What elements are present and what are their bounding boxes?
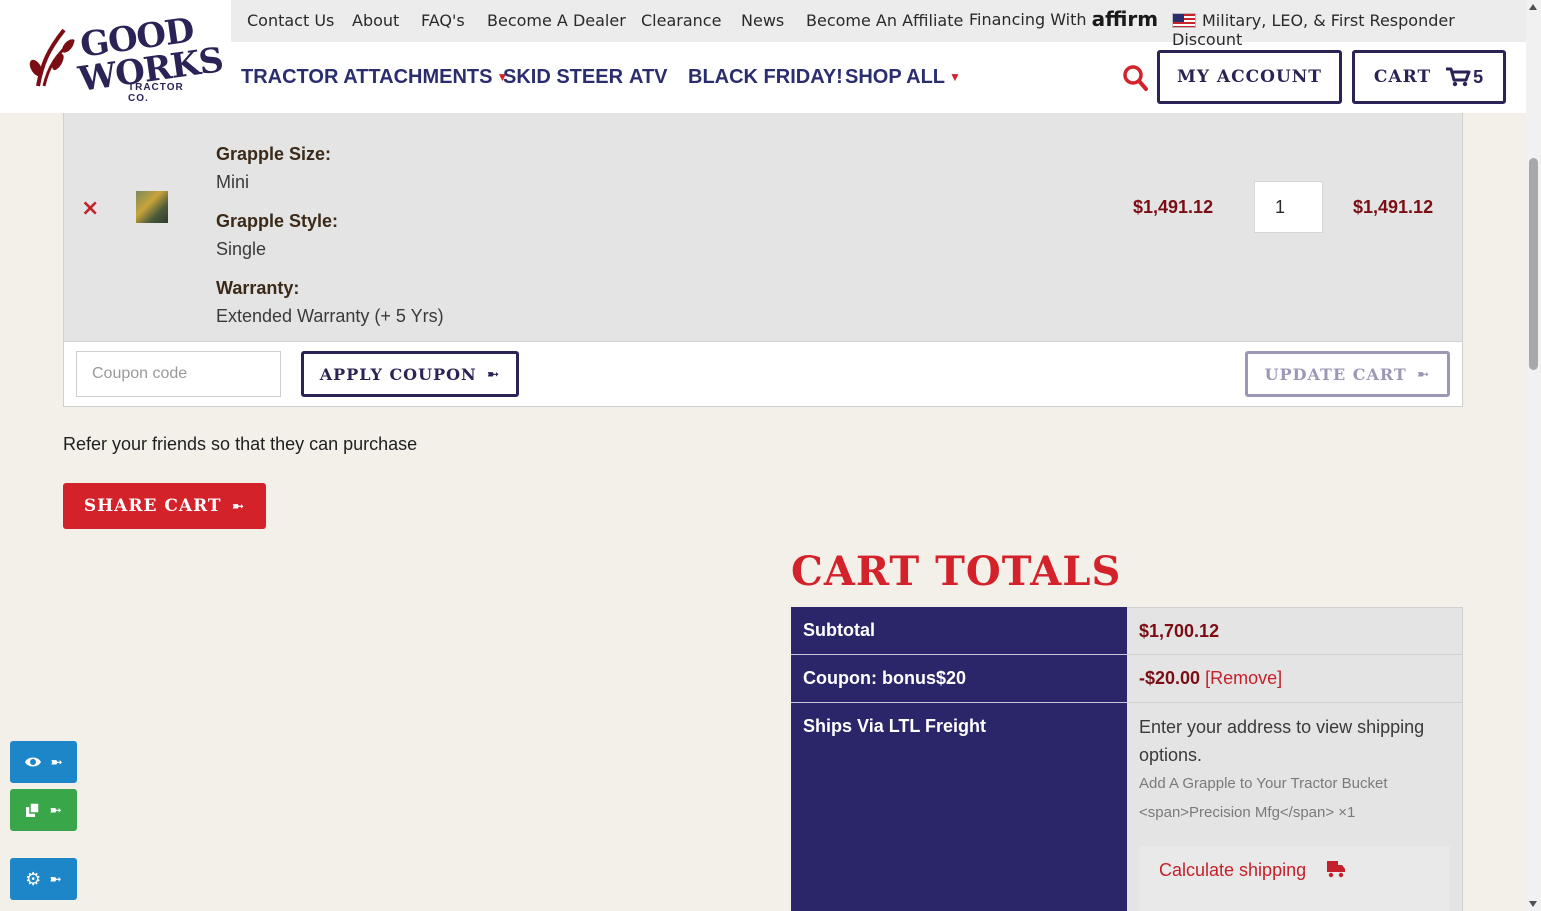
share-cart-button[interactable]: SHARE CART ➼: [63, 483, 266, 529]
wheat-icon: [29, 28, 75, 87]
settings-tool-button[interactable]: ⚙ ➼: [10, 858, 77, 900]
contact-link[interactable]: Contact Us: [247, 11, 334, 30]
my-account-button[interactable]: MY ACCOUNT: [1157, 50, 1342, 104]
cart-button[interactable]: CART 5: [1352, 50, 1506, 104]
chevron-down-icon: ▼: [949, 70, 961, 84]
arrow-right-icon: ➼: [231, 497, 246, 515]
cart-icon-wrap: 5: [1445, 67, 1484, 88]
coupon-value-cell: -$20.00 [Remove]: [1127, 655, 1463, 703]
product-thumbnail[interactable]: [136, 191, 168, 223]
item-meta-value: Mini: [216, 172, 250, 192]
gear-icon: ⚙: [25, 868, 42, 890]
share-cart-label: SHARE CART: [83, 496, 222, 516]
nav-tractor-attachments[interactable]: TRACTOR ATTACHMENTS ▼: [241, 66, 508, 89]
nav-shop-all[interactable]: SHOP ALL ▼: [845, 66, 961, 89]
military-discount-link[interactable]: Military, LEO, & First Responder Discoun…: [1172, 11, 1526, 49]
item-price: $1,491.12: [1133, 197, 1214, 217]
item-meta-key: Warranty:: [216, 278, 300, 298]
preview-tool-button[interactable]: ➼: [10, 741, 77, 783]
shipping-item: Add A Grapple to Your Tractor Bucket: [1139, 775, 1388, 792]
search-icon[interactable]: [1122, 64, 1148, 92]
nav-tractor-label: TRACTOR ATTACHMENTS: [241, 66, 493, 88]
copy-icon: [26, 802, 40, 817]
eye-icon: [25, 757, 42, 767]
shipping-note: options.: [1139, 745, 1203, 765]
scrollbar-thumb[interactable]: [1529, 158, 1538, 370]
shipping-item: <span>Precision Mfg</span> ×1: [1139, 804, 1356, 821]
refer-text: Refer your friends so that they can purc…: [63, 434, 418, 454]
nav-black-friday[interactable]: BLACK FRIDAY!: [688, 66, 843, 89]
cart-count: 5: [1473, 66, 1485, 87]
coupon-label: Coupon: bonus$20: [791, 655, 1127, 703]
faq-link[interactable]: FAQ's: [421, 11, 465, 30]
dealer-link[interactable]: Become A Dealer: [487, 11, 626, 30]
arrow-right-icon: ➼: [50, 753, 63, 771]
cart-totals-title: CART TOTALS: [791, 548, 1122, 595]
page-scrollbar[interactable]: [1526, 0, 1541, 911]
news-link[interactable]: News: [741, 11, 784, 30]
subtotal-label: Subtotal: [791, 607, 1127, 655]
arrow-right-icon: ➼: [1416, 365, 1431, 383]
financing-link[interactable]: Financing With affirm: [969, 6, 1159, 31]
nav-atv[interactable]: ATV: [629, 66, 668, 89]
subtotal-value-cell: $1,700.12: [1127, 607, 1463, 655]
update-cart-button[interactable]: UPDATE CART ➼: [1245, 351, 1450, 397]
apply-coupon-button[interactable]: APPLY COUPON ➼: [301, 351, 519, 397]
subtotal-value: $1,700.12: [1139, 621, 1220, 641]
calculate-shipping-link[interactable]: Calculate shipping: [1159, 860, 1306, 881]
cart-icon: [1446, 67, 1471, 87]
shipping-label: Ships Via LTL Freight: [791, 703, 1127, 911]
arrow-right-icon: ➼: [49, 801, 62, 819]
affiliate-link[interactable]: Become An Affiliate: [806, 11, 963, 30]
copy-tool-button[interactable]: ➼: [10, 789, 77, 831]
military-label: Military, LEO, & First Responder Discoun…: [1172, 11, 1455, 49]
financing-label: Financing With: [969, 10, 1087, 29]
nav-shop-label: SHOP ALL: [845, 66, 946, 88]
flag-icon: [1172, 13, 1196, 28]
nav-skid-steer[interactable]: SKID STEER: [503, 66, 623, 89]
item-meta-key: Grapple Size:: [216, 144, 332, 164]
remove-coupon-link[interactable]: [Remove]: [1205, 668, 1282, 688]
affirm-logo: affirm: [1091, 7, 1159, 31]
logo-line3: TRACTOR CO.: [128, 82, 184, 104]
item-meta-value: Extended Warranty (+ 5 Yrs): [216, 306, 444, 326]
item-meta-key: Grapple Style:: [216, 211, 339, 231]
remove-item-button[interactable]: ×: [81, 196, 99, 221]
item-meta-value: Single: [216, 239, 267, 259]
coupon-discount-value: -$20.00: [1139, 668, 1201, 688]
apply-coupon-label: APPLY COUPON: [319, 364, 477, 384]
coupon-code-input[interactable]: [76, 351, 281, 397]
update-cart-label: UPDATE CART: [1264, 364, 1407, 384]
clearance-link[interactable]: Clearance: [641, 11, 721, 30]
shipping-note: Enter your address to view shipping: [1139, 717, 1425, 737]
site-header: GOOD WORKS TRACTOR CO. Contact Us About …: [0, 0, 1526, 113]
cart-label: CART: [1373, 67, 1432, 87]
quantity-input[interactable]: [1254, 181, 1323, 233]
truck-icon[interactable]: [1326, 860, 1346, 878]
item-subtotal: $1,491.12: [1353, 197, 1434, 217]
arrow-right-icon: ➼: [49, 870, 62, 888]
arrow-right-icon: ➼: [486, 365, 501, 383]
scroll-up-arrow[interactable]: [1529, 4, 1537, 10]
about-link[interactable]: About: [352, 11, 399, 30]
site-logo[interactable]: GOOD WORKS TRACTOR CO.: [28, 10, 225, 104]
scroll-down-arrow[interactable]: [1529, 901, 1537, 907]
